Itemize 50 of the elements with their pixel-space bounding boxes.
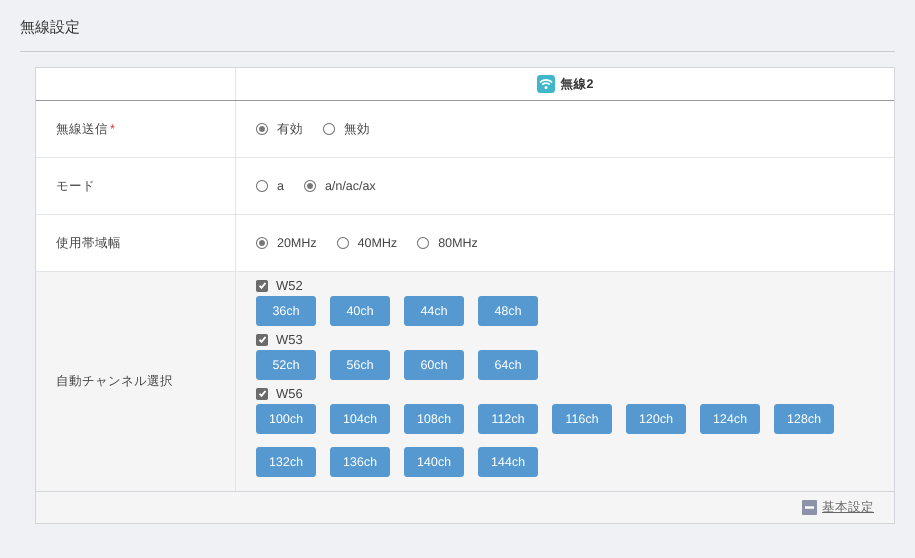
channel-button[interactable]: 56ch xyxy=(330,350,390,380)
channel-button[interactable]: 112ch xyxy=(478,404,538,434)
required-mark: * xyxy=(110,122,115,136)
radio-label: 有効 xyxy=(277,120,303,138)
channel-button[interactable]: 128ch xyxy=(774,404,834,434)
setting-label: モード xyxy=(56,178,95,194)
channel-button[interactable]: 108ch xyxy=(404,404,464,434)
basic-settings-link[interactable]: 基本設定 xyxy=(822,499,874,516)
radio-button[interactable] xyxy=(417,237,430,249)
radio-label: 80MHz xyxy=(438,236,478,250)
channel-button[interactable]: 52ch xyxy=(256,350,316,380)
channel-button[interactable]: 116ch xyxy=(552,404,612,434)
column-header: 無線2 xyxy=(560,76,594,92)
page-title: 無線設定 xyxy=(20,19,80,36)
minus-icon[interactable] xyxy=(802,500,817,515)
radio-button[interactable] xyxy=(256,237,268,249)
channel-button[interactable]: 132ch xyxy=(256,447,316,477)
radio-label: 無効 xyxy=(344,120,370,138)
channel-button[interactable]: 104ch xyxy=(330,404,390,434)
setting-label: 使用帯域幅 xyxy=(56,234,121,252)
setting-label: 無線送信 xyxy=(56,120,108,138)
channel-button[interactable]: 48ch xyxy=(478,296,538,326)
checkbox[interactable] xyxy=(256,280,268,292)
channel-button[interactable]: 136ch xyxy=(330,447,390,477)
channel-button[interactable]: 100ch xyxy=(256,404,316,434)
channel-button[interactable]: 44ch xyxy=(404,296,464,326)
checkbox[interactable] xyxy=(256,334,268,346)
channel-button[interactable]: 120ch xyxy=(626,404,686,434)
radio-label: 40MHz xyxy=(358,236,398,250)
channel-button[interactable]: 60ch xyxy=(404,350,464,380)
channel-button[interactable]: 124ch xyxy=(700,404,760,434)
radio-button[interactable] xyxy=(256,180,268,192)
channel-button[interactable]: 144ch xyxy=(478,447,538,477)
radio-button[interactable] xyxy=(336,237,349,249)
radio-button[interactable] xyxy=(256,123,268,135)
radio-label: a xyxy=(277,179,284,193)
setting-label: 自動チャンネル選択 xyxy=(56,373,173,390)
wifi-icon xyxy=(536,75,555,93)
checkbox-label: W53 xyxy=(276,332,303,347)
radio-label: a/n/ac/ax xyxy=(324,179,376,193)
checkbox[interactable] xyxy=(256,388,268,400)
radio-button[interactable] xyxy=(323,123,335,135)
checkbox-label: W52 xyxy=(276,278,303,293)
channel-button[interactable]: 64ch xyxy=(478,350,538,380)
channel-button[interactable]: 140ch xyxy=(404,447,464,477)
channel-button[interactable]: 36ch xyxy=(256,296,316,326)
checkbox-label: W56 xyxy=(276,386,303,401)
radio-label: 20MHz xyxy=(277,236,317,250)
radio-button[interactable] xyxy=(304,180,316,192)
channel-button[interactable]: 40ch xyxy=(330,296,390,326)
